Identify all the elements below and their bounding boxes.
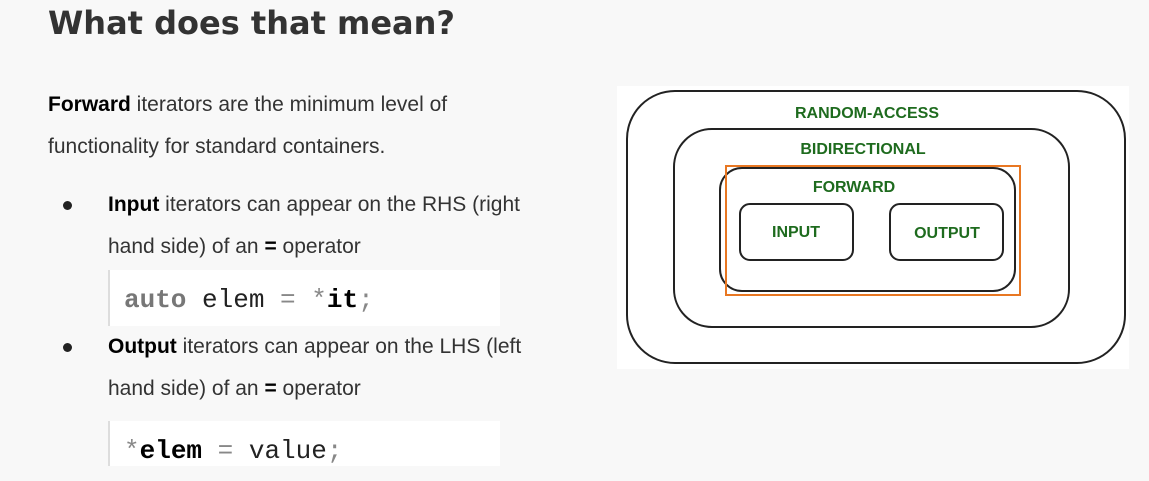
bullet-dot: [63, 201, 72, 210]
iterator-hierarchy-diagram: RANDOM-ACCESS BIDIRECTIONAL FORWARD INPU…: [617, 86, 1129, 369]
bullet-input-line1: iterators can appear on the RHS (right: [159, 193, 520, 216]
bullet-dot: [63, 343, 72, 352]
bullet-output-line1: iterators can appear on the LHS (left: [176, 335, 522, 358]
bullet-output: Output iterators can appear on the LHS (…: [63, 326, 608, 410]
intro-line1: iterators are the minimum level of: [130, 93, 448, 116]
code-keyword: auto: [124, 285, 187, 315]
bullet-output-line2-post: operator: [276, 377, 361, 400]
label-bidirectional: BIDIRECTIONAL: [800, 141, 926, 158]
bullet-output-term: Output: [108, 335, 177, 358]
code-bold-ident: elem: [139, 436, 203, 466]
bullet-output-op: =: [264, 377, 277, 400]
intro-bold-term: Forward: [48, 93, 131, 116]
intro-line2: functionality for standard containers.: [48, 135, 386, 158]
code-block-output: *elem = value;: [108, 421, 500, 466]
code-block-input: auto elem = *it;: [108, 270, 500, 326]
bullet-input-op: =: [264, 235, 277, 258]
bullet-input-term: Input: [108, 193, 160, 216]
page-title: What does that mean?: [48, 4, 455, 42]
code-semi: ;: [358, 285, 374, 315]
label-output: OUTPUT: [914, 225, 980, 242]
bullet-input: Input iterators can appear on the RHS (r…: [63, 184, 608, 268]
label-random-access: RANDOM-ACCESS: [795, 105, 939, 122]
code-star: *: [124, 436, 140, 466]
code-semi: ;: [326, 436, 343, 466]
code-bold-ident: it: [326, 285, 359, 315]
bullet-output-line2-pre: hand side) of an: [108, 377, 265, 400]
label-forward: FORWARD: [813, 179, 895, 196]
code-eq: =: [280, 285, 296, 315]
label-input: INPUT: [772, 224, 820, 241]
bullet-input-line2-post: operator: [276, 235, 361, 258]
code-var: elem: [186, 285, 281, 315]
code-star: *: [295, 285, 327, 315]
bullet-input-line2-pre: hand side) of an: [108, 235, 265, 258]
iterator-diagram-svg: RANDOM-ACCESS BIDIRECTIONAL FORWARD INPU…: [626, 90, 1126, 364]
intro-paragraph: Forward iterators are the minimum level …: [48, 84, 588, 168]
bidirectional-box: [673, 128, 1070, 328]
code-value: value: [248, 436, 327, 466]
code-eq: =: [202, 436, 249, 466]
